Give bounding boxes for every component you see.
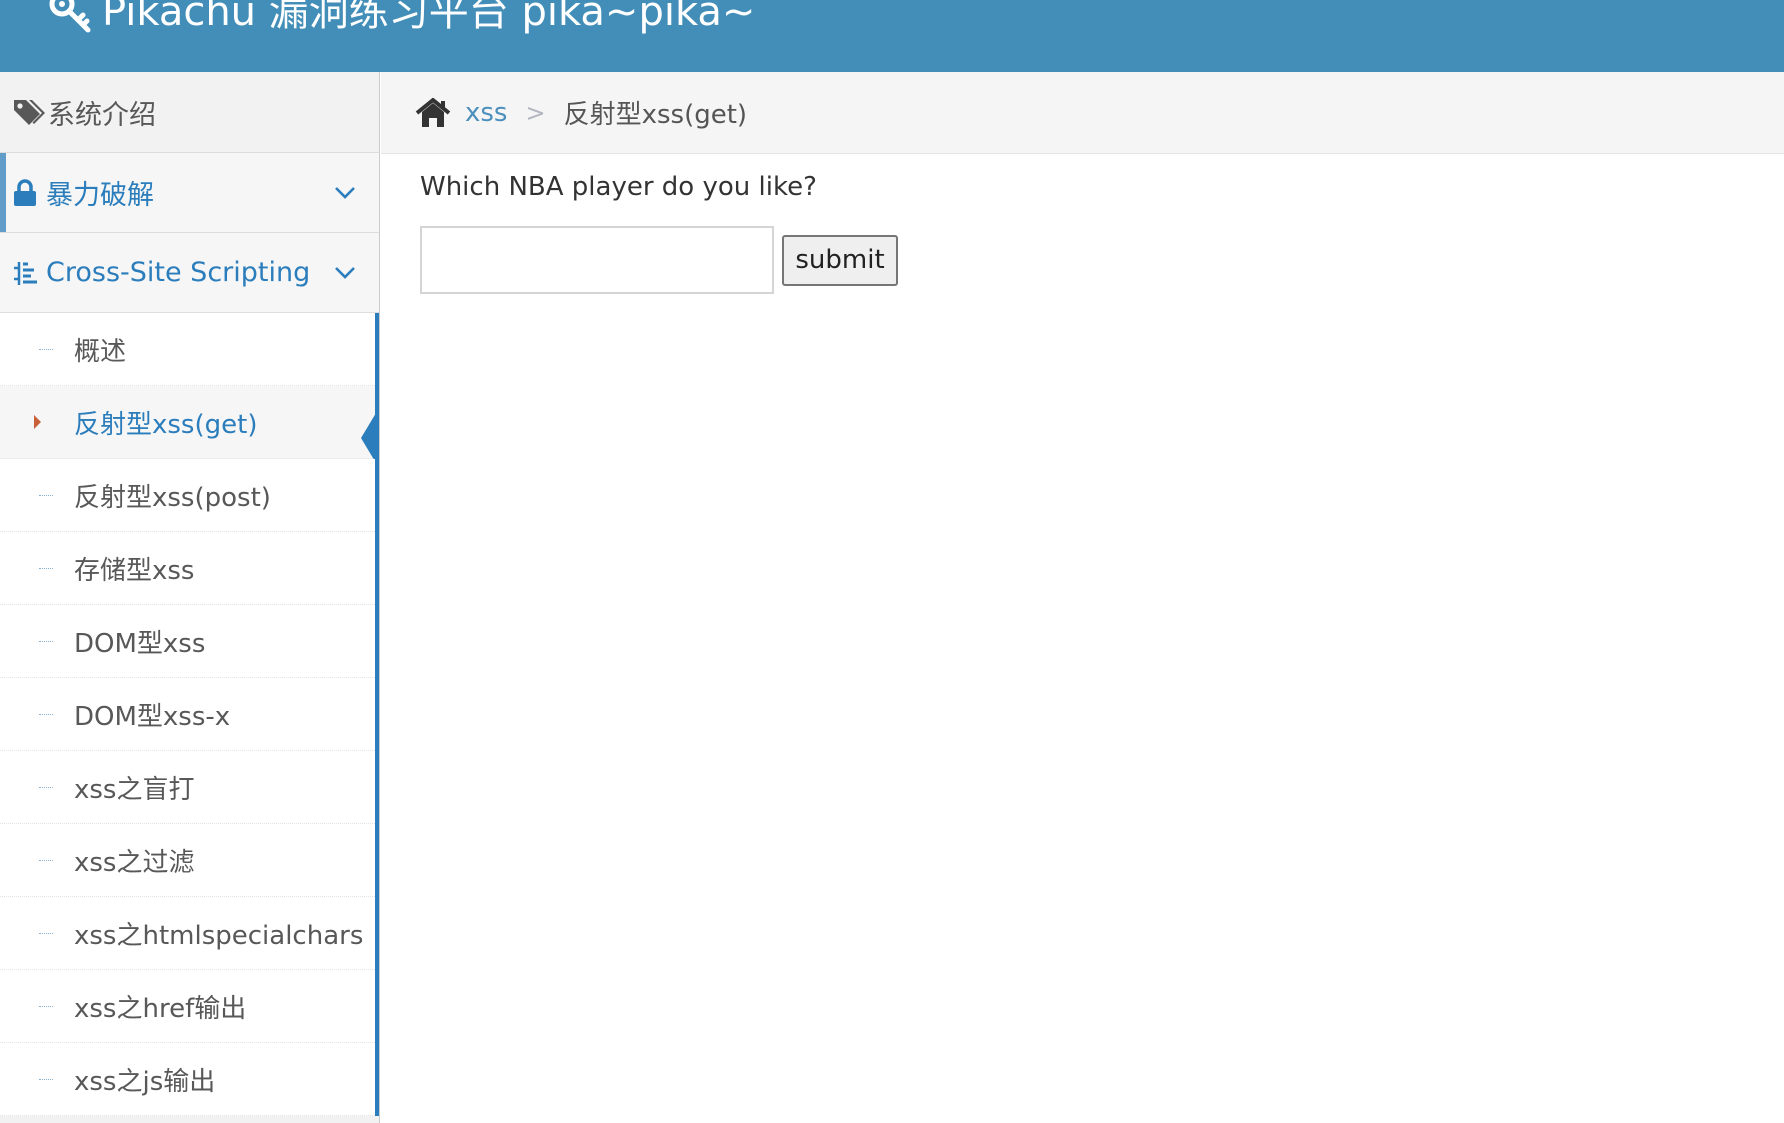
brand-link[interactable]: Pikachu 漏洞练习平台 pika~pika~ (48, 0, 755, 34)
sidebar-item-href[interactable]: xss之href输出 (0, 970, 375, 1043)
sidebar-item-overview[interactable]: 概述 (0, 313, 375, 386)
xss-submenu: 概述 反射型xss(get) 反射型xss(post) 存储型xss DOM型x… (0, 313, 379, 1116)
key-icon (49, 0, 91, 33)
sidebar-item-label: xss之htmlspecialchars (74, 920, 364, 951)
sidebar-section-label: Cross-Site Scripting (46, 257, 311, 288)
sidebar-item-js[interactable]: xss之js输出 (0, 1043, 375, 1116)
sidebar-item-htmlspecialchars[interactable]: xss之htmlspecialchars (0, 897, 375, 970)
sidebar-item-label: xss之js输出 (74, 1066, 216, 1097)
player-input[interactable] (420, 226, 774, 294)
lock-icon (14, 178, 36, 206)
chevron-down-icon[interactable] (333, 261, 357, 285)
list-icon (14, 261, 37, 285)
sidebar-item-dom-x[interactable]: DOM型xss-x (0, 678, 375, 751)
sidebar-item-label: 存储型xss (74, 555, 195, 586)
sidebar-item-label: 反射型xss(post) (74, 482, 271, 513)
app-title: Pikachu 漏洞练习平台 pika~pika~ (102, 0, 756, 35)
tags-icon (14, 100, 45, 125)
breadcrumb-link-xss[interactable]: xss (465, 98, 507, 128)
sidebar-item-dom[interactable]: DOM型xss (0, 605, 375, 678)
sidebar-section-xss[interactable]: Cross-Site Scripting (0, 233, 379, 313)
sidebar-item-label: xss之过滤 (74, 847, 195, 878)
sidebar-section-bruteforce[interactable]: 暴力破解 (0, 153, 379, 233)
sidebar-item-label: DOM型xss-x (74, 701, 231, 732)
caret-right-icon (34, 415, 41, 429)
breadcrumb-separator: > (525, 98, 546, 127)
chevron-down-icon[interactable] (333, 181, 357, 205)
sidebar: 系统介绍 暴力破解 Cross-Site Scripting 概述 反射型xss… (0, 72, 380, 1123)
sidebar-item-label: xss之盲打 (74, 774, 195, 805)
sidebar-item-intro[interactable]: 系统介绍 (0, 72, 379, 153)
sidebar-item-label: 反射型xss(get) (74, 409, 258, 440)
sidebar-item-label: xss之href输出 (74, 993, 247, 1024)
submit-button[interactable]: submit (782, 234, 898, 286)
home-icon[interactable] (415, 97, 451, 129)
question-label: Which NBA player do you like? (420, 172, 817, 202)
player-form: submit (420, 226, 898, 294)
top-navbar: Pikachu 漏洞练习平台 pika~pika~ (0, 0, 1784, 72)
sidebar-item-label: 系统介绍 (48, 99, 156, 131)
sidebar-item-reflected-post[interactable]: 反射型xss(post) (0, 459, 375, 532)
breadcrumb-current: 反射型xss(get) (563, 100, 748, 130)
sidebar-section-label: 暴力破解 (46, 180, 154, 211)
main-content: Which NBA player do you like? submit (420, 172, 898, 294)
sidebar-item-filter[interactable]: xss之过滤 (0, 824, 375, 897)
sidebar-item-stored[interactable]: 存储型xss (0, 532, 375, 605)
sidebar-item-label: 概述 (74, 336, 127, 367)
sidebar-item-blind[interactable]: xss之盲打 (0, 751, 375, 824)
sidebar-item-reflected-get[interactable]: 反射型xss(get) (0, 386, 379, 468)
sidebar-item-label: DOM型xss (74, 628, 206, 659)
breadcrumb: xss > 反射型xss(get) (381, 72, 1784, 154)
